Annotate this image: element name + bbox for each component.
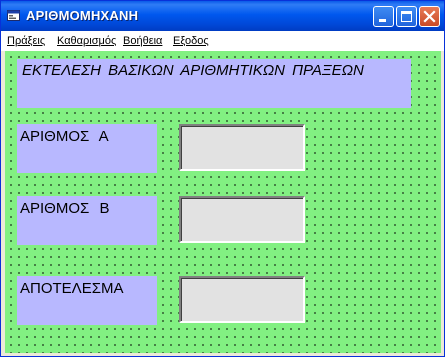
menu-item-voitheia[interactable]: Βοήθεια bbox=[123, 35, 162, 47]
label-result: ΑΠΟΤΕΛΕΣΜΑ bbox=[17, 276, 157, 325]
label-number-a-text: ΑΡΙΘΜΟΣ Α bbox=[20, 128, 109, 145]
app-window: ΑΡΙΘΜΟΜΗΧΑΝΗ Πράξεις Καθαρισμός Βοήθεια … bbox=[0, 0, 445, 357]
form-client-area: ΕΚΤΕΛΕΣΗ ΒΑΣΙΚΩΝ ΑΡΙΘΜΗΤΙΚΩΝ ΠΡΑΞΕΩΝ ΑΡΙ… bbox=[5, 51, 441, 353]
menu-item-exodos[interactable]: Εξοδος bbox=[173, 35, 209, 47]
maximize-button[interactable] bbox=[396, 6, 417, 27]
window-title: ΑΡΙΘΜΟΜΗΧΑΝΗ bbox=[26, 8, 139, 23]
result-output[interactable] bbox=[179, 276, 305, 323]
minimize-button[interactable] bbox=[373, 6, 394, 27]
menu-item-praxeis[interactable]: Πράξεις bbox=[7, 35, 45, 47]
menu-item-katharismos[interactable]: Καθαρισμός bbox=[57, 35, 116, 47]
close-icon bbox=[423, 10, 436, 23]
heading-text: ΕΚΤΕΛΕΣΗ ΒΑΣΙΚΩΝ ΑΡΙΘΜΗΤΙΚΩΝ ΠΡΑΞΕΩΝ bbox=[22, 62, 364, 79]
label-result-text: ΑΠΟΤΕΛΕΣΜΑ bbox=[20, 280, 124, 297]
number-b-input[interactable] bbox=[179, 196, 305, 243]
number-a-input[interactable] bbox=[179, 124, 305, 171]
heading-label: ΕΚΤΕΛΕΣΗ ΒΑΣΙΚΩΝ ΑΡΙΘΜΗΤΙΚΩΝ ΠΡΑΞΕΩΝ bbox=[17, 59, 411, 108]
label-number-a: ΑΡΙΘΜΟΣ Α bbox=[17, 124, 157, 173]
minimize-icon bbox=[379, 19, 386, 22]
label-number-b-text: ΑΡΙΘΜΟΣ Β bbox=[20, 200, 110, 217]
title-bar[interactable]: ΑΡΙΘΜΟΜΗΧΑΝΗ bbox=[1, 1, 444, 31]
close-button[interactable] bbox=[419, 6, 440, 27]
vb-form-icon bbox=[7, 10, 20, 21]
maximize-icon bbox=[401, 11, 412, 22]
label-number-b: ΑΡΙΘΜΟΣ Β bbox=[17, 196, 157, 245]
menu-bar: Πράξεις Καθαρισμός Βοήθεια Εξοδος bbox=[1, 31, 444, 51]
